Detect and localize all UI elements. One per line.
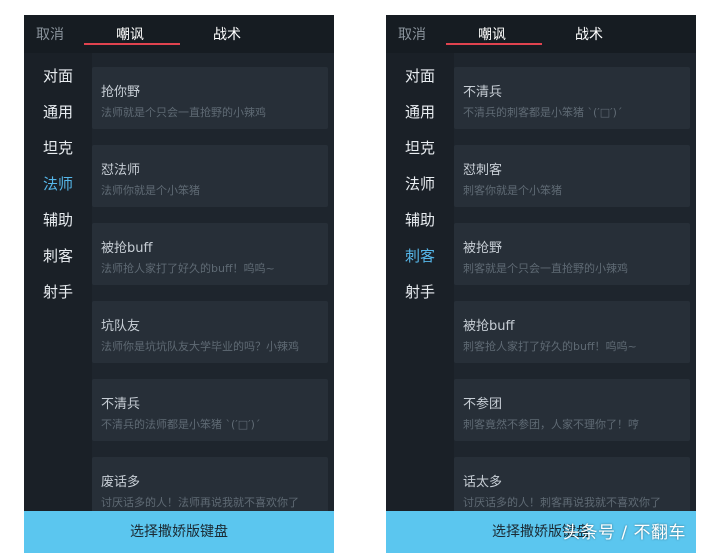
phrase-title: 抢你野 bbox=[101, 85, 141, 100]
phrase-title: 被抢野 bbox=[463, 241, 503, 256]
sidebar: 对面 通用 坦克 法师 辅助 刺客 射手 bbox=[386, 53, 454, 511]
active-tab-indicator bbox=[446, 43, 542, 45]
sidebar-item-support[interactable]: 辅助 bbox=[43, 209, 73, 230]
phrase-text: 法师就是个只会一直抢野的小辣鸡 bbox=[101, 106, 266, 119]
sidebar-item-marksman[interactable]: 射手 bbox=[43, 281, 73, 302]
phrase-card[interactable]: 被抢野 刺客就是个只会一直抢野的小辣鸡 bbox=[454, 223, 690, 285]
phrase-card[interactable]: 抢你野 法师就是个只会一直抢野的小辣鸡 bbox=[92, 67, 328, 129]
phrase-text: 刺客竟然不参团，人家不理你了！哼 bbox=[463, 418, 639, 431]
phrase-list: 抢你野 法师就是个只会一直抢野的小辣鸡 怼法师 法师你就是个小笨猪 被抢buff… bbox=[92, 53, 334, 519]
sidebar-item-mage[interactable]: 法师 bbox=[405, 173, 435, 194]
tab-tactics[interactable]: 战术 bbox=[213, 24, 241, 44]
phrase-card[interactable]: 废话多 讨厌话多的人！法师再说我就不喜欢你了 bbox=[92, 457, 328, 519]
sidebar-item-tank[interactable]: 坦克 bbox=[405, 137, 435, 158]
phrase-text: 刺客就是个只会一直抢野的小辣鸡 bbox=[463, 262, 628, 275]
phrase-title: 坑队友 bbox=[101, 319, 141, 334]
select-keyboard-button[interactable]: 选择撒娇版键盘 bbox=[24, 511, 334, 553]
phrase-title: 怼法师 bbox=[101, 163, 141, 178]
sidebar-item-tank[interactable]: 坦克 bbox=[43, 137, 73, 158]
cancel-button[interactable]: 取消 bbox=[36, 24, 64, 44]
phrase-title: 废话多 bbox=[101, 475, 141, 490]
phrase-title: 不参团 bbox=[463, 397, 503, 412]
phrase-list: 不清兵 不清兵的刺客都是小笨猪 ˋ(′□′)ˊ 怼刺客 刺客你就是个小笨猪 被抢… bbox=[454, 53, 696, 519]
watermark: 头条号 / 不翻车 bbox=[563, 523, 687, 543]
tab-tactics[interactable]: 战术 bbox=[575, 24, 603, 44]
sidebar-item-general[interactable]: 通用 bbox=[405, 101, 435, 122]
phrase-text: 不清兵的刺客都是小笨猪 ˋ(′□′)ˊ bbox=[463, 106, 623, 119]
phrase-card[interactable]: 话太多 讨厌话多的人！刺客再说我就不喜欢你了 bbox=[454, 457, 690, 519]
phrase-card[interactable]: 不清兵 不清兵的刺客都是小笨猪 ˋ(′□′)ˊ bbox=[454, 67, 690, 129]
phrase-title: 话太多 bbox=[463, 475, 503, 490]
cancel-button[interactable]: 取消 bbox=[398, 24, 426, 44]
top-bar: 取消 嘲讽 战术 bbox=[386, 15, 696, 53]
phrase-card[interactable]: 不参团 刺客竟然不参团，人家不理你了！哼 bbox=[454, 379, 690, 441]
phrase-card[interactable]: 怼法师 法师你就是个小笨猪 bbox=[92, 145, 328, 207]
phrase-text: 法师抢人家打了好久的buff！呜呜~ bbox=[101, 262, 275, 275]
sidebar-item-opponent[interactable]: 对面 bbox=[405, 65, 435, 86]
top-bar: 取消 嘲讽 战术 bbox=[24, 15, 334, 53]
left-phone-panel: 取消 嘲讽 战术 对面 通用 坦克 法师 辅助 刺客 射手 抢你野 法师就是个只… bbox=[24, 15, 334, 553]
phrase-text: 不清兵的法师都是小笨猪 ˋ(′□′)ˊ bbox=[101, 418, 261, 431]
right-phone-panel: 取消 嘲讽 战术 对面 通用 坦克 法师 辅助 刺客 射手 不清兵 不清兵的刺客… bbox=[386, 15, 696, 553]
sidebar: 对面 通用 坦克 法师 辅助 刺客 射手 bbox=[24, 53, 92, 511]
sidebar-item-assassin[interactable]: 刺客 bbox=[43, 245, 73, 266]
phrase-card[interactable]: 坑队友 法师你是坑坑队友大学毕业的吗？小辣鸡 bbox=[92, 301, 328, 363]
phrase-card[interactable]: 被抢buff 法师抢人家打了好久的buff！呜呜~ bbox=[92, 223, 328, 285]
phrase-card[interactable]: 不清兵 不清兵的法师都是小笨猪 ˋ(′□′)ˊ bbox=[92, 379, 328, 441]
phrase-text: 讨厌话多的人！刺客再说我就不喜欢你了 bbox=[463, 496, 661, 509]
phrase-text: 法师你是坑坑队友大学毕业的吗？小辣鸡 bbox=[101, 340, 299, 353]
tab-taunt[interactable]: 嘲讽 bbox=[478, 24, 506, 44]
phrase-text: 讨厌话多的人！法师再说我就不喜欢你了 bbox=[101, 496, 299, 509]
sidebar-item-general[interactable]: 通用 bbox=[43, 101, 73, 122]
sidebar-item-marksman[interactable]: 射手 bbox=[405, 281, 435, 302]
phrase-card[interactable]: 被抢buff 刺客抢人家打了好久的buff！呜呜~ bbox=[454, 301, 690, 363]
phrase-title: 怼刺客 bbox=[463, 163, 503, 178]
phrase-title: 不清兵 bbox=[463, 85, 503, 100]
phrase-text: 法师你就是个小笨猪 bbox=[101, 184, 200, 197]
phrase-title: 不清兵 bbox=[101, 397, 141, 412]
phrase-title: 被抢buff bbox=[463, 319, 515, 334]
active-tab-indicator bbox=[84, 43, 180, 45]
phrase-title: 被抢buff bbox=[101, 241, 153, 256]
phrase-card[interactable]: 怼刺客 刺客你就是个小笨猪 bbox=[454, 145, 690, 207]
sidebar-item-support[interactable]: 辅助 bbox=[405, 209, 435, 230]
sidebar-item-mage[interactable]: 法师 bbox=[43, 173, 73, 194]
sidebar-item-opponent[interactable]: 对面 bbox=[43, 65, 73, 86]
phrase-text: 刺客抢人家打了好久的buff！呜呜~ bbox=[463, 340, 637, 353]
sidebar-item-assassin[interactable]: 刺客 bbox=[405, 245, 435, 266]
tab-taunt[interactable]: 嘲讽 bbox=[116, 24, 144, 44]
phrase-text: 刺客你就是个小笨猪 bbox=[463, 184, 562, 197]
